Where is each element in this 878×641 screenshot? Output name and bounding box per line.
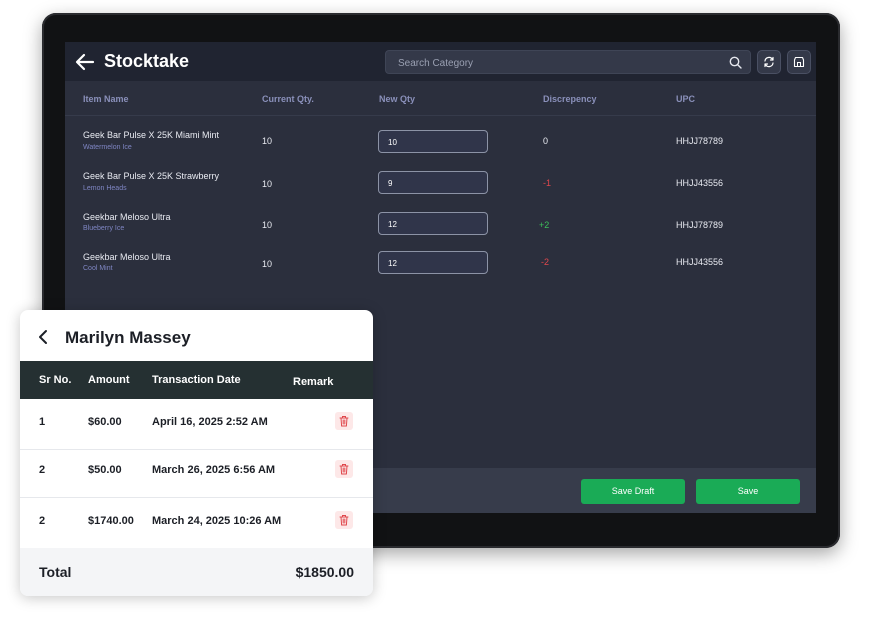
amount: $1740.00 bbox=[88, 515, 134, 527]
current-qty: 10 bbox=[262, 179, 273, 189]
transactions-table-header: Sr No. Amount Transaction Date Remark bbox=[20, 361, 373, 399]
table-row: 1 $60.00 April 16, 2025 2:52 AM bbox=[20, 399, 373, 450]
discrepancy-value: +2 bbox=[539, 220, 550, 230]
new-qty-value: 10 bbox=[388, 138, 397, 147]
save-button[interactable]: Save bbox=[696, 479, 800, 504]
amount: $60.00 bbox=[88, 416, 122, 428]
total-value: $1850.00 bbox=[295, 564, 354, 580]
top-bar: Stocktake bbox=[65, 42, 816, 81]
back-arrow-icon[interactable] bbox=[75, 52, 95, 72]
column-header-current-qty: Current Qty. bbox=[262, 94, 314, 104]
search-input[interactable] bbox=[396, 54, 720, 72]
transaction-date: March 24, 2025 10:26 AM bbox=[152, 515, 282, 527]
upc-value: HHJJ78789 bbox=[676, 220, 724, 230]
chevron-left-icon[interactable] bbox=[36, 328, 50, 346]
item-name: Geekbar Meloso Ultra bbox=[83, 212, 171, 222]
transaction-date: April 16, 2025 2:52 AM bbox=[152, 416, 268, 428]
new-qty-input[interactable]: 9 bbox=[378, 171, 488, 194]
discrepancy-value: 0 bbox=[543, 136, 549, 146]
header-divider bbox=[65, 115, 816, 116]
column-header-discrepancy: Discrepency bbox=[543, 94, 597, 104]
upc-value: HHJJ43556 bbox=[676, 257, 724, 267]
amount: $50.00 bbox=[88, 464, 122, 476]
total-bar: Total $1850.00 bbox=[20, 548, 373, 596]
delete-button[interactable] bbox=[335, 460, 353, 478]
sr-no: 2 bbox=[39, 515, 46, 527]
discrepancy-value: -1 bbox=[543, 178, 552, 188]
transactions-card: Marilyn Massey Sr No. Amount Transaction… bbox=[20, 310, 373, 596]
new-qty-input[interactable]: 10 bbox=[378, 130, 488, 153]
total-label: Total bbox=[39, 564, 72, 580]
upc-value: HHJJ43556 bbox=[676, 178, 724, 188]
item-variant: Blueberry Ice bbox=[83, 225, 125, 232]
current-qty: 10 bbox=[262, 259, 273, 269]
item-name: Geek Bar Pulse X 25K Miami Mint bbox=[83, 130, 220, 140]
trash-icon bbox=[339, 416, 349, 427]
search-bar[interactable] bbox=[385, 50, 751, 74]
item-variant: Cool Mint bbox=[83, 265, 113, 272]
item-variant: Lemon Heads bbox=[83, 185, 127, 192]
save-draft-button[interactable]: Save Draft bbox=[581, 479, 685, 504]
table-row: 2 $50.00 March 26, 2025 6:56 AM bbox=[20, 447, 373, 498]
column-header-item-name: Item Name bbox=[83, 94, 129, 104]
upc-value: HHJJ78789 bbox=[676, 136, 724, 146]
delete-button[interactable] bbox=[335, 511, 353, 529]
new-qty-value: 12 bbox=[388, 220, 397, 229]
current-qty: 10 bbox=[262, 220, 273, 230]
trash-icon bbox=[339, 464, 349, 475]
new-qty-input[interactable]: 12 bbox=[378, 212, 488, 235]
item-name: Geek Bar Pulse X 25K Strawberry bbox=[83, 171, 220, 181]
current-qty: 10 bbox=[262, 136, 273, 146]
table-row: 2 $1740.00 March 24, 2025 10:26 AM bbox=[20, 498, 373, 548]
sr-no: 2 bbox=[39, 464, 46, 476]
item-variant: Watermelon Ice bbox=[83, 144, 132, 151]
discrepancy-value: -2 bbox=[541, 257, 550, 267]
column-header-upc: UPC bbox=[676, 94, 696, 104]
delete-button[interactable] bbox=[335, 412, 353, 430]
item-name: Geekbar Meloso Ultra bbox=[83, 252, 171, 262]
trash-icon bbox=[339, 515, 349, 526]
new-qty-value: 12 bbox=[388, 259, 397, 268]
sr-no: 1 bbox=[39, 416, 46, 428]
column-header-sr-no: Sr No. bbox=[39, 374, 72, 386]
column-header-new-qty: New Qty bbox=[379, 94, 416, 104]
column-header-amount: Amount bbox=[88, 374, 130, 386]
store-icon bbox=[793, 56, 805, 68]
sync-button[interactable] bbox=[757, 50, 781, 74]
transaction-date: March 26, 2025 6:56 AM bbox=[152, 464, 276, 476]
column-header-remark: Remark bbox=[293, 376, 334, 388]
new-qty-input[interactable]: 12 bbox=[378, 251, 488, 274]
customer-name: Marilyn Massey bbox=[65, 328, 191, 347]
page-title: Stocktake bbox=[104, 51, 190, 71]
store-button[interactable] bbox=[787, 50, 811, 74]
sync-icon bbox=[764, 56, 774, 68]
search-icon[interactable] bbox=[729, 56, 742, 69]
column-header-transaction-date: Transaction Date bbox=[152, 374, 241, 386]
new-qty-value: 9 bbox=[388, 179, 393, 188]
